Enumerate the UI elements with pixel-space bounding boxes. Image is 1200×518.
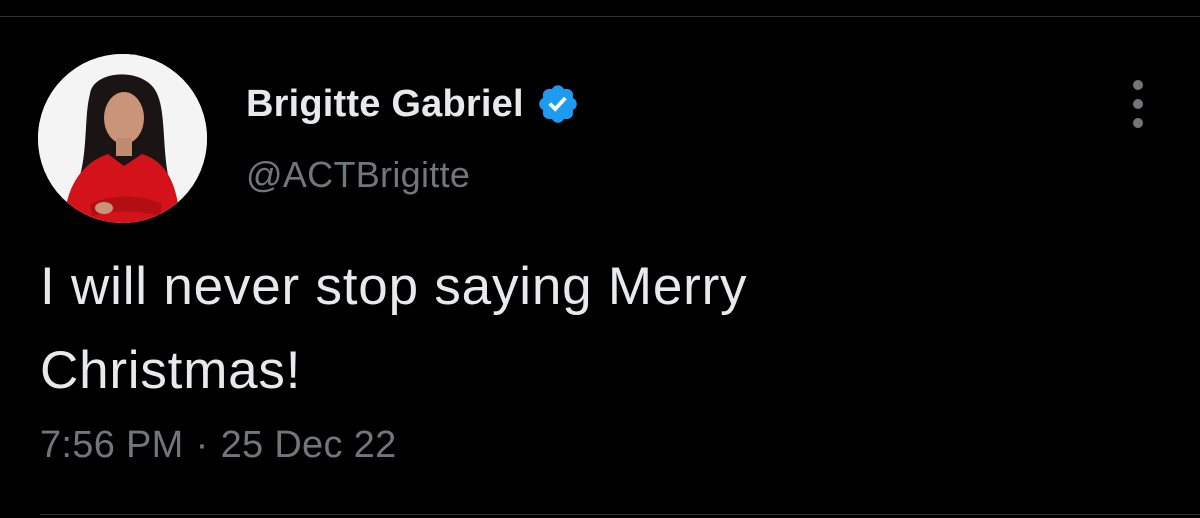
tweet-time: 7:56 PM bbox=[40, 424, 184, 466]
more-dot bbox=[1133, 99, 1143, 109]
author-handle[interactable]: @ACTBrigitte bbox=[246, 154, 580, 196]
more-dot bbox=[1133, 118, 1143, 128]
tweet-date: 25 Dec 22 bbox=[220, 424, 397, 466]
tweet-timestamp[interactable]: 7:56 PM · 25 Dec 22 bbox=[40, 424, 397, 467]
top-divider bbox=[0, 0, 1200, 17]
author-display-name[interactable]: Brigitte Gabriel bbox=[246, 83, 524, 126]
avatar-image bbox=[38, 54, 207, 223]
bottom-divider bbox=[40, 514, 1200, 515]
avatar[interactable] bbox=[38, 54, 207, 223]
meta-separator: · bbox=[195, 424, 209, 466]
tweet-text: I will never stop saying Merry Christmas… bbox=[40, 257, 748, 400]
author-name-row: Brigitte Gabriel bbox=[246, 78, 580, 130]
verified-badge-icon bbox=[536, 82, 580, 126]
tweet-author: Brigitte Gabriel @ACTBrigitte bbox=[246, 78, 580, 196]
more-options-icon[interactable] bbox=[1118, 80, 1158, 128]
more-dot bbox=[1133, 80, 1143, 90]
